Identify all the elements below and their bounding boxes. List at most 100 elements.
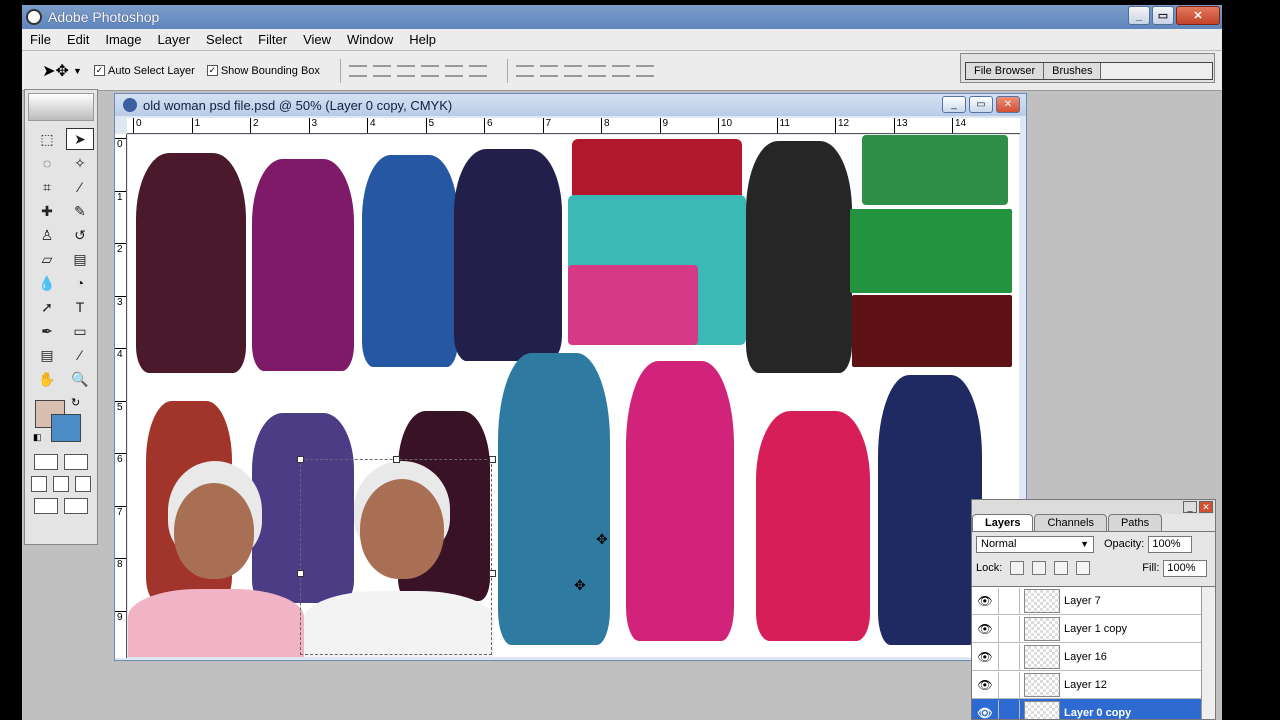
file-browser-tab[interactable]: File Browser	[966, 63, 1045, 79]
clone-stamp-tool-icon[interactable]: ♙	[33, 224, 61, 246]
doc-maximize-button[interactable]: ▭	[969, 96, 993, 113]
lock-all-icon[interactable]	[1076, 561, 1091, 575]
layer-row[interactable]: 👁 Layer 12	[972, 671, 1215, 699]
jump-to-imageready-icon[interactable]	[34, 498, 58, 514]
slice-tool-icon[interactable]: ⁄	[66, 176, 94, 198]
background-color-swatch[interactable]	[51, 414, 81, 442]
layer-row-selected[interactable]: 👁 Layer 0 copy	[972, 699, 1215, 719]
visibility-eye-icon[interactable]: 👁	[972, 594, 998, 608]
palette-minimize-button[interactable]: _	[1183, 501, 1197, 513]
align-hcenter-icon[interactable]	[444, 64, 463, 77]
visibility-eye-icon[interactable]: 👁	[972, 706, 998, 720]
close-button[interactable]: ✕	[1176, 6, 1220, 25]
layer-row[interactable]: 👁 Layer 7	[972, 587, 1215, 615]
menu-select[interactable]: Select	[198, 32, 250, 47]
menu-window[interactable]: Window	[339, 32, 401, 47]
visibility-eye-icon[interactable]: 👁	[972, 650, 998, 664]
shape-tool-icon[interactable]: ▭	[66, 320, 94, 342]
transform-handle[interactable]	[297, 456, 304, 463]
quick-mask-mode-icon[interactable]	[64, 454, 88, 470]
restore-button[interactable]: ▭	[1152, 6, 1174, 25]
lock-transparency-icon[interactable]	[1010, 561, 1025, 575]
standard-screen-icon[interactable]	[31, 476, 47, 492]
eyedropper-tool-icon[interactable]: ⁄	[66, 344, 94, 366]
toolbox-header[interactable]	[28, 93, 94, 121]
transform-handle[interactable]	[489, 456, 496, 463]
blur-tool-icon[interactable]: 💧	[33, 272, 61, 294]
ruler-vertical[interactable]: 0 1 2 3 4 5 6 7 8 9	[115, 134, 127, 658]
gradient-tool-icon[interactable]: ▤	[66, 248, 94, 270]
menu-layer[interactable]: Layer	[150, 32, 199, 47]
hand-tool-icon[interactable]: ✋	[33, 368, 61, 390]
brush-link-icon[interactable]	[998, 699, 1020, 719]
minimize-button[interactable]: _	[1128, 6, 1150, 25]
distribute-hcenter-icon[interactable]	[611, 64, 630, 77]
blend-mode-select[interactable]: Normal ▼	[976, 535, 1094, 553]
history-brush-tool-icon[interactable]: ↺	[66, 224, 94, 246]
layer-link-cell[interactable]	[998, 671, 1020, 698]
align-bottom-icon[interactable]	[396, 64, 415, 77]
tool-preset-picker[interactable]: ➤✥ ▼	[42, 58, 82, 84]
eraser-tool-icon[interactable]: ▱	[33, 248, 61, 270]
auto-select-checkbox[interactable]: ✓	[94, 65, 105, 76]
ruler-horizontal[interactable]: 0 1 2 3 4 5 6 7 8 9 10 11 12 13 14	[127, 118, 1020, 134]
notes-tool-icon[interactable]: ▤	[33, 344, 61, 366]
show-bounding-box-option[interactable]: ✓ Show Bounding Box	[206, 65, 320, 77]
crop-tool-icon[interactable]: ⌗	[33, 176, 61, 198]
visibility-eye-icon[interactable]: 👁	[972, 622, 998, 636]
menu-file[interactable]: File	[22, 32, 59, 47]
pen-tool-icon[interactable]: ✒	[33, 320, 61, 342]
layer-link-cell[interactable]	[998, 615, 1020, 642]
swap-colors-icon[interactable]: ↻	[71, 396, 80, 409]
layer-link-cell[interactable]	[998, 643, 1020, 670]
distribute-top-icon[interactable]	[515, 64, 534, 77]
zoom-tool-icon[interactable]: 🔍	[66, 368, 94, 390]
move-tool-icon[interactable]: ➤	[66, 128, 94, 150]
tab-channels[interactable]: Channels	[1034, 514, 1107, 531]
distribute-vcenter-icon[interactable]	[539, 64, 558, 77]
menu-filter[interactable]: Filter	[250, 32, 295, 47]
opacity-field[interactable]: 100%	[1148, 535, 1193, 553]
distribute-left-icon[interactable]	[587, 64, 606, 77]
magic-wand-tool-icon[interactable]: ✧	[66, 152, 94, 174]
menu-image[interactable]: Image	[97, 32, 149, 47]
distribute-bottom-icon[interactable]	[563, 64, 582, 77]
layer-list-scrollbar[interactable]	[1201, 587, 1215, 719]
fill-field[interactable]: 100%	[1163, 559, 1208, 577]
doc-minimize-button[interactable]: _	[942, 96, 966, 113]
tab-paths[interactable]: Paths	[1107, 514, 1163, 531]
full-screen-icon[interactable]	[75, 476, 91, 492]
transform-handle[interactable]	[489, 570, 496, 577]
layer-row[interactable]: 👁 Layer 16	[972, 643, 1215, 671]
lasso-tool-icon[interactable]: ◌	[33, 152, 61, 174]
align-left-icon[interactable]	[420, 64, 439, 77]
transform-handle[interactable]	[297, 570, 304, 577]
tab-layers[interactable]: Layers	[972, 514, 1034, 531]
transform-handle[interactable]	[393, 456, 400, 463]
brush-tool-icon[interactable]: ✎	[66, 200, 94, 222]
standard-mode-icon[interactable]	[34, 454, 58, 470]
full-screen-menu-icon[interactable]	[53, 476, 69, 492]
image-canvas[interactable]: ✥ ✥	[128, 135, 1019, 657]
marquee-tool-icon[interactable]: ⬚	[33, 128, 61, 150]
layer-row[interactable]: 👁 Layer 1 copy	[972, 615, 1215, 643]
lock-position-icon[interactable]	[1054, 561, 1069, 575]
type-tool-icon[interactable]: T	[66, 296, 94, 318]
align-right-icon[interactable]	[468, 64, 487, 77]
palette-titlebar[interactable]: _ ✕	[972, 500, 1215, 514]
align-vcenter-icon[interactable]	[372, 64, 391, 77]
bounding-box-checkbox[interactable]: ✓	[206, 65, 218, 76]
bounding-box-selection[interactable]	[297, 456, 496, 655]
default-colors-icon[interactable]: ◧	[33, 432, 42, 443]
jump-to-app-icon[interactable]	[64, 498, 88, 514]
palette-close-button[interactable]: ✕	[1199, 501, 1213, 513]
path-selection-tool-icon[interactable]: ➚	[33, 296, 61, 318]
dodge-tool-icon[interactable]: ◔	[66, 272, 94, 294]
menu-edit[interactable]: Edit	[59, 32, 97, 47]
menu-view[interactable]: View	[295, 32, 339, 47]
visibility-eye-icon[interactable]: 👁	[972, 678, 998, 692]
brushes-tab[interactable]: Brushes	[1044, 63, 1102, 79]
auto-select-layer-option[interactable]: ✓ Auto Select Layer	[94, 65, 195, 77]
doc-close-button[interactable]: ✕	[996, 96, 1020, 113]
lock-pixels-icon[interactable]	[1032, 561, 1047, 575]
